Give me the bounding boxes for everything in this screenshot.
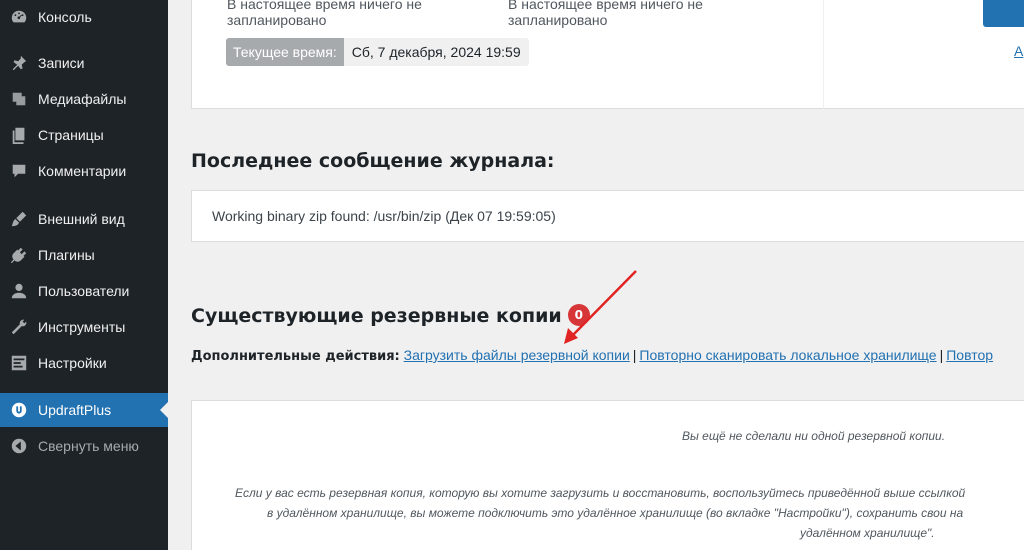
sidebar-item-dashboard[interactable]: Консоль	[0, 0, 168, 34]
existing-backups-heading: Существующие резервные копии 0	[191, 303, 590, 328]
collapse-icon	[9, 436, 29, 456]
current-time-row: Текущее время: Сб, 7 декабря, 2024 19:59	[226, 38, 529, 66]
empty-hint-line-1: Если у вас есть резервная копия, которую…	[235, 486, 966, 500]
last-log-box: Working binary zip found: /usr/bin/zip (…	[191, 190, 1024, 242]
sidebar-item-label: Консоль	[38, 9, 92, 25]
sidebar-item-posts[interactable]: Записи	[0, 46, 168, 80]
sidebar-item-label: Настройки	[38, 355, 107, 371]
current-time-value: Сб, 7 декабря, 2024 19:59	[343, 38, 529, 66]
last-log-message: Working binary zip found: /usr/bin/zip (…	[212, 208, 556, 224]
sidebar-item-label: Страницы	[38, 127, 104, 143]
user-icon	[9, 281, 29, 301]
settings-icon	[9, 353, 29, 373]
rescan-local-storage-link[interactable]: Повторно сканировать локальное хранилище	[639, 347, 936, 363]
upload-backup-files-link[interactable]: Загрузить файлы резервной копии	[404, 347, 630, 363]
sidebar-item-label: Инструменты	[38, 319, 126, 335]
wrench-icon	[9, 317, 29, 337]
annotation-arrow	[564, 270, 637, 344]
collapse-menu-label: Свернуть меню	[38, 438, 139, 454]
sidebar-item-tools[interactable]: Инструменты	[0, 310, 168, 344]
backup-now-button[interactable]	[983, 0, 1024, 27]
existing-backups-title: Существующие резервные копии	[191, 305, 562, 327]
empty-hint-line-3: удалённом хранилище".	[800, 526, 935, 540]
card-divider	[823, 0, 824, 109]
sidebar-item-label: Комментарии	[38, 163, 127, 179]
files-schedule-status: В настоящее время ничего не запланирован…	[227, 0, 422, 28]
sidebar-item-updraftplus[interactable]: UpdraftPlus	[0, 393, 168, 427]
sidebar-item-label: Пользователи	[38, 283, 130, 299]
more-actions-label: Дополнительные действия:	[191, 349, 400, 364]
sidebar-item-appearance[interactable]: Внешний вид	[0, 202, 168, 236]
updraft-icon	[9, 400, 29, 420]
sidebar-item-label: UpdraftPlus	[38, 402, 112, 418]
sidebar-item-label: Внешний вид	[38, 211, 125, 227]
separator: |	[632, 347, 637, 363]
active-menu-indicator	[160, 402, 168, 418]
right-panel-link[interactable]: A	[1014, 43, 1023, 59]
sidebar-item-comments[interactable]: Комментарии	[0, 154, 168, 188]
no-backups-message: Вы ещё не сделали ни одной резервной коп…	[682, 429, 946, 443]
collapse-menu-button[interactable]: Свернуть меню	[0, 429, 168, 463]
sidebar-item-label: Медиафайлы	[38, 91, 127, 107]
separator: |	[939, 347, 944, 363]
current-time-label: Текущее время:	[226, 38, 344, 66]
sidebar-item-settings[interactable]: Настройки	[0, 346, 168, 380]
dashboard-icon	[9, 7, 29, 27]
sidebar-item-media[interactable]: Медиафайлы	[0, 82, 168, 116]
admin-sidebar: Консоль Записи Медиафайлы Страницы Комме…	[0, 0, 168, 550]
more-actions-row: Дополнительные действия: Загрузить файлы…	[191, 347, 993, 364]
last-log-heading: Последнее сообщение журнала:	[191, 150, 555, 172]
rescan-remote-storage-link[interactable]: Повтор	[946, 347, 993, 363]
sidebar-item-pages[interactable]: Страницы	[0, 118, 168, 152]
plugin-icon	[9, 245, 29, 265]
comment-icon	[9, 161, 29, 181]
sidebar-item-plugins[interactable]: Плагины	[0, 238, 168, 272]
pin-icon	[9, 53, 29, 73]
sidebar-item-label: Записи	[38, 55, 85, 71]
database-schedule-status: В настоящее время ничего не запланирован…	[508, 0, 703, 28]
sidebar-item-users[interactable]: Пользователи	[0, 274, 168, 308]
brush-icon	[9, 209, 29, 229]
empty-hint-line-2: в удалённом хранилище, вы можете подключ…	[267, 506, 964, 520]
pages-icon	[9, 125, 29, 145]
media-icon	[9, 89, 29, 109]
sidebar-item-label: Плагины	[38, 247, 95, 263]
